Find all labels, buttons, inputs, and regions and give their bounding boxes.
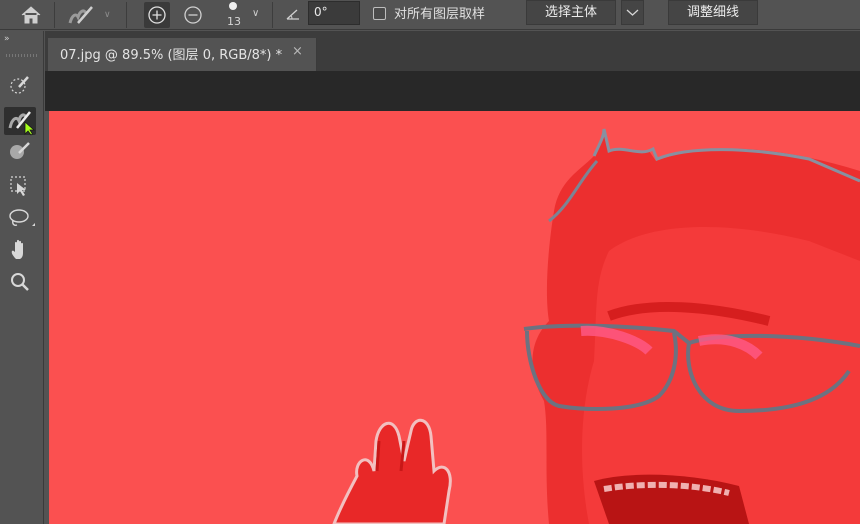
options-bar: ∨ 13 ∨ 0° 对所有图层取样 选择主体 调整细线 xyxy=(0,0,860,30)
chevron-down-icon[interactable]: ∨ xyxy=(104,10,111,20)
select-subject-button[interactable]: 选择主体 xyxy=(526,0,616,25)
brush-size-value: 13 xyxy=(227,15,241,28)
separator xyxy=(54,2,55,28)
lasso-icon xyxy=(9,209,35,226)
sample-all-layers-checkbox[interactable] xyxy=(373,7,386,20)
object-selection-tool[interactable] xyxy=(4,171,36,199)
subtract-from-selection-button[interactable] xyxy=(180,2,206,28)
hand-icon xyxy=(11,239,23,259)
hand-tool[interactable] xyxy=(4,235,36,263)
chevron-down-icon[interactable]: ∨ xyxy=(252,8,259,19)
refine-hair-button[interactable]: 调整细线 xyxy=(668,0,758,25)
minus-circle-icon xyxy=(184,6,202,24)
mask-brush-tool[interactable] xyxy=(4,137,36,165)
panel-grip[interactable] xyxy=(6,54,38,57)
canvas-pasteboard xyxy=(45,71,860,111)
home-icon[interactable] xyxy=(14,4,48,26)
mask-brush-icon xyxy=(10,142,30,159)
brush-tip-icon xyxy=(229,2,237,10)
document-tab[interactable]: 07.jpg @ 89.5% (图层 0, RGB/8*) * × xyxy=(48,38,317,71)
zoom-icon xyxy=(11,273,29,291)
document-tab-title: 07.jpg @ 89.5% (图层 0, RGB/8*) * xyxy=(60,48,283,63)
object-selection-icon xyxy=(10,176,26,196)
quick-selection-brush-icon xyxy=(10,76,29,94)
select-subject-dropdown[interactable] xyxy=(621,0,644,25)
tools-panel: » xyxy=(0,31,44,524)
separator xyxy=(272,2,273,28)
brush-size-picker[interactable]: 13 xyxy=(220,0,246,30)
document-canvas[interactable] xyxy=(49,111,860,524)
quick-mask-brush-tool[interactable] xyxy=(4,107,36,136)
plus-circle-icon xyxy=(148,6,166,24)
angle-input[interactable]: 0° xyxy=(308,1,360,25)
brush-preset-icon xyxy=(68,6,93,24)
separator xyxy=(126,2,127,28)
quick-mask-brush-icon xyxy=(8,111,36,136)
quick-selection-tool[interactable] xyxy=(4,71,36,99)
masked-photo xyxy=(332,128,860,524)
angle-icon xyxy=(284,5,302,23)
add-to-selection-button[interactable] xyxy=(144,2,170,28)
sample-all-layers-label: 对所有图层取样 xyxy=(394,7,486,22)
zoom-tool[interactable] xyxy=(4,267,36,295)
chevron-down-icon xyxy=(626,9,639,16)
lasso-tool[interactable] xyxy=(4,203,36,231)
close-icon[interactable]: × xyxy=(292,44,303,59)
collapse-toggle[interactable]: » xyxy=(4,34,9,44)
